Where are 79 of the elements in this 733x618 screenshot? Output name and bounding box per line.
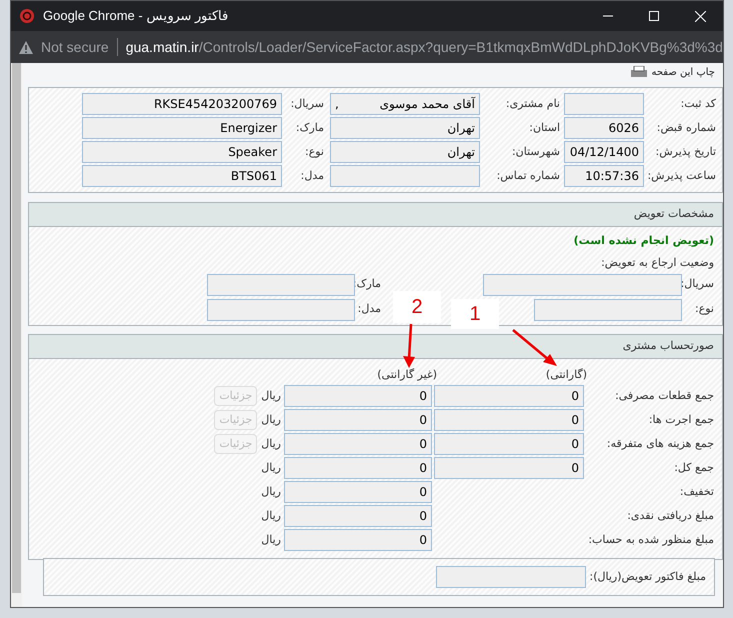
text-field[interactable]: Speaker (82, 141, 282, 163)
text-field[interactable]: 0 (284, 529, 432, 551)
field-label: نوع: (694, 301, 714, 318)
text-field[interactable]: Energizer (82, 117, 282, 139)
printer-icon (629, 66, 650, 80)
text-field[interactable]: 0 (284, 481, 432, 503)
text-field[interactable] (207, 274, 355, 296)
security-label[interactable]: Not secure (41, 36, 109, 58)
field-label: جمع قطعات مصرفی: (614, 388, 714, 404)
warning-icon (19, 40, 33, 54)
text-field[interactable]: 0 (434, 457, 584, 479)
field-label: ساعت پذیرش: (646, 168, 716, 184)
status-text: (تعویض انجام نشده است) (572, 233, 714, 249)
text-field[interactable]: 10:57:36 (564, 165, 644, 187)
text-field[interactable]: 0 (284, 457, 432, 479)
text-field[interactable]: 0 (284, 409, 432, 431)
close-icon (694, 10, 706, 22)
text-field[interactable]: 04/12/1400 (564, 141, 644, 163)
column-header: (غیر گارانتی) (376, 367, 437, 383)
currency-label: ریال (261, 388, 281, 404)
annotation-arrow (511, 329, 559, 367)
scrollbar[interactable] (11, 63, 22, 607)
url-text[interactable]: gua.matin.ir/Controls/Loader/ServiceFactor.aspx?query=B1tkmqxBmWdDLphDJoKVBg%3d%3d (126, 36, 723, 58)
field-label: جمع اجرت ها: (648, 412, 714, 428)
field-label: مارک: (294, 120, 324, 136)
text-field[interactable]: آقای محمد موسوی , (330, 93, 480, 115)
window-title: Google Chrome - فاکتور سرویس (43, 7, 228, 26)
field-label: جمع کل: (673, 460, 714, 476)
text-field[interactable]: تهران (330, 117, 480, 139)
referral-label: وضعیت ارجاع به تعویض: (600, 254, 714, 271)
text-field[interactable]: 0 (284, 433, 432, 455)
field-label: مبلغ فاکتور تعویض(ریال): (588, 568, 706, 585)
text-field[interactable] (330, 165, 480, 187)
field-label: تخفیف: (678, 484, 714, 500)
text-field[interactable]: 0 (284, 505, 432, 527)
currency-label: ریال (261, 532, 281, 548)
field-label: استان: (528, 120, 560, 136)
annotation-number: 2 (411, 295, 423, 320)
field-label: شهرستان: (510, 144, 560, 160)
annotation-number: 1 (469, 302, 481, 327)
section-title: صورتحساب مشتری (622, 338, 714, 354)
field-label: کد ثبت: (680, 96, 716, 112)
text-field[interactable]: 0 (434, 409, 584, 431)
field-label: نام مشتری: (504, 96, 560, 112)
text-field[interactable] (534, 298, 682, 320)
field-label: جمع هزینه های متفرقه: (606, 436, 714, 452)
field-label: مارک: (355, 276, 381, 292)
currency-label: ریال (261, 460, 281, 476)
text-field[interactable]: 0 (284, 385, 432, 407)
print-link[interactable]: چاپ این صفحه (651, 66, 715, 80)
text-field[interactable] (436, 566, 586, 588)
field-label: مدل: (300, 168, 324, 184)
text-field[interactable] (564, 93, 644, 115)
field-label: شماره تماس: (496, 168, 560, 184)
field-label: مدل: (356, 301, 381, 318)
field-label: سریال: (682, 276, 714, 292)
column-header: (گارانتی) (544, 367, 587, 383)
site-logo-icon (19, 8, 35, 24)
field-label: شماره قبض: (656, 120, 716, 136)
text-field[interactable]: 0 (434, 433, 584, 455)
field-label: مبلغ منظور شده به حساب: (587, 532, 714, 548)
currency-label: ریال (261, 436, 281, 452)
maximize-icon (649, 11, 659, 21)
text-field[interactable]: 6026 (564, 117, 644, 139)
annotation-arrow (401, 323, 417, 369)
currency-label: ریال (261, 412, 281, 428)
text-field[interactable] (207, 298, 355, 320)
text-field[interactable] (483, 274, 682, 296)
text-field[interactable]: RKSE454203200769 (82, 93, 282, 115)
field-label: مبلغ دریافتی نقدی: (626, 508, 714, 524)
field-label: سریال: (290, 96, 324, 112)
section-title: مشخصات تعویض (634, 206, 714, 222)
text-field[interactable]: BTS061 (82, 165, 282, 187)
field-label: نوع: (304, 144, 324, 160)
text-field[interactable]: تهران (330, 141, 480, 163)
currency-label: ریال (261, 484, 281, 500)
currency-label: ریال (261, 508, 281, 524)
field-label: تاریخ پذیرش: (654, 144, 716, 160)
text-field[interactable]: 0 (434, 385, 584, 407)
